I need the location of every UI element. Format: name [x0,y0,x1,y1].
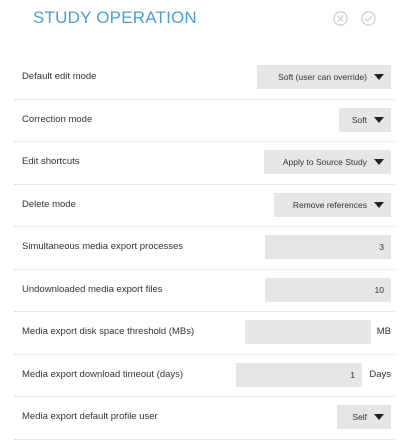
dialog-title: STUDY OPERATION [33,8,197,27]
setting-row-delete-mode: Delete mode Remove references [14,185,396,227]
setting-label: Media export default profile user [22,411,158,422]
setting-label: Correction mode [22,113,93,125]
circle-x-icon [333,11,348,26]
caret-down-icon [367,405,391,429]
select-value: Apply to Source Study [282,157,367,167]
setting-label: Delete mode [22,198,76,210]
circle-check-icon [361,11,376,26]
setting-row-correction-mode: Correction mode Soft [14,100,396,142]
download-timeout-input[interactable] [236,362,362,387]
setting-row-default-edit-mode: Default edit mode Soft (user can overrid… [14,57,396,100]
confirm-button[interactable] [361,11,376,26]
dialog-header: STUDY OPERATION [0,0,411,38]
select-value: Soft [351,114,367,125]
setting-row-undownloaded-files: Undownloaded media export files [14,270,396,312]
setting-label: Media export disk space threshold (MBs) [22,326,195,337]
setting-label: Edit shortcuts [22,156,80,167]
delete-mode-select[interactable]: Remove references [274,192,391,217]
setting-row-default-profile-user: Media export default profile user Self [14,397,396,440]
simultaneous-export-input[interactable] [265,235,391,259]
setting-label: Undownloaded media export files [22,283,163,295]
caret-down-icon [367,108,391,132]
setting-row-edit-shortcuts: Edit shortcuts Apply to Source Study [14,142,396,185]
setting-label: Media export download timeout (days) [22,368,184,380]
default-edit-mode-select[interactable]: Soft (user can override) [257,65,391,89]
setting-row-simultaneous-export: Simultaneous media export processes [14,227,396,270]
cancel-button[interactable] [333,11,348,26]
setting-row-download-timeout: Media export download timeout (days) Day… [14,355,396,397]
caret-down-icon [367,193,391,217]
undownloaded-files-input[interactable] [265,277,391,302]
select-value: Self [352,412,367,422]
settings-list: Default edit mode Soft (user can overrid… [14,57,396,440]
edit-shortcuts-select[interactable]: Apply to Source Study [264,150,391,174]
setting-row-disk-threshold: Media export disk space threshold (MBs) … [14,312,396,355]
select-value: Remove references [292,199,367,210]
setting-label: Simultaneous media export processes [22,241,184,252]
caret-down-icon [367,150,391,174]
caret-down-icon [367,65,391,89]
default-profile-user-select[interactable]: Self [337,405,391,429]
select-value: Soft (user can override) [278,72,367,82]
correction-mode-select[interactable]: Soft [339,107,391,132]
unit-label: Days [369,368,391,380]
disk-threshold-input[interactable] [245,320,371,344]
setting-label: Default edit mode [22,71,97,82]
unit-label: MB [376,326,391,337]
